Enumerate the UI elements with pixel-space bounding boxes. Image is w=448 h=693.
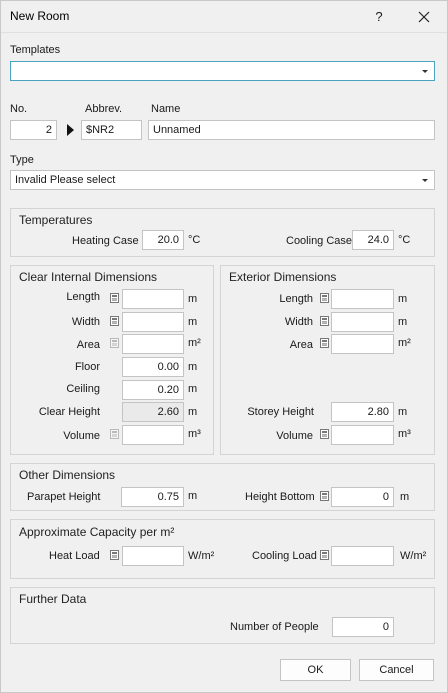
ex-volume-label: Volume [276,430,313,442]
storey-height-input[interactable]: 2.80 [331,402,394,422]
parapet-height-unit: m [188,490,198,502]
ceiling-unit: m [188,383,198,395]
ex-area-unit: m² [398,337,411,349]
exterior-title: Exterior Dimensions [229,270,337,284]
chevron-down-icon [422,179,428,182]
close-button[interactable] [405,3,443,31]
ci-length-unit: m [188,293,198,305]
calculator-icon[interactable] [110,550,119,560]
floor-label: Floor [74,361,100,373]
name-input[interactable]: Unnamed [148,120,435,140]
heating-case-label: Heating Case [72,235,139,247]
clear-height-label: Clear Height [38,406,100,418]
close-icon [418,11,430,23]
ci-length-label: Length [66,291,100,303]
templates-label: Templates [10,44,61,56]
cooling-load-input[interactable] [331,546,394,566]
other-dimensions-title: Other Dimensions [19,468,116,482]
height-bottom-input[interactable]: 0 [331,487,394,507]
calculator-icon[interactable] [320,491,329,501]
ceiling-label: Ceiling [66,383,100,395]
cancel-button[interactable]: Cancel [359,659,434,681]
ci-length-input[interactable] [122,289,184,309]
parapet-height-label: Parapet Height [27,491,101,503]
ci-area-unit: m² [188,337,201,349]
calculator-icon[interactable] [110,429,119,439]
clear-height-unit: m [188,406,198,418]
ex-volume-input[interactable] [331,425,394,445]
heat-load-unit: W/m² [188,550,215,562]
ci-width-unit: m [188,316,198,328]
ex-width-label: Width [284,316,313,328]
calculator-icon[interactable] [320,338,329,348]
cooling-case-label: Cooling Case [286,235,353,247]
ci-area-input[interactable] [122,334,184,354]
type-value: Invalid Please select [15,174,116,186]
ci-width-label: Width [71,316,100,328]
help-button[interactable]: ? [362,3,396,31]
ci-area-label: Area [76,339,100,351]
calculator-icon[interactable] [320,429,329,439]
calculator-icon[interactable] [320,293,329,303]
chevron-down-icon [422,70,428,73]
new-room-dialog: New Room ? Templates No. Abbrev. Name 2 … [0,0,448,693]
temperatures-title: Temperatures [19,213,93,227]
floor-input[interactable]: 0.00 [122,357,184,377]
abbrev-input[interactable]: $NR2 [81,120,142,140]
number-of-people-label: Number of People [230,621,319,633]
ex-area-input[interactable] [331,334,394,354]
play-icon[interactable] [67,124,74,136]
name-label: Name [151,103,181,115]
ceiling-input[interactable]: 0.20 [122,380,184,400]
calculator-icon[interactable] [110,338,119,348]
ci-volume-unit: m³ [188,428,201,440]
calculator-icon[interactable] [320,316,329,326]
ci-width-input[interactable] [122,312,184,332]
clear-height-input: 2.60 [122,402,184,422]
calculator-icon[interactable] [320,550,329,560]
no-label: No. [10,103,28,115]
templates-select[interactable] [10,61,435,81]
ok-button[interactable]: OK [280,659,351,681]
capacity-title: Approximate Capacity per m² [19,525,175,539]
calculator-icon[interactable] [110,316,119,326]
cooling-case-input[interactable]: 24.0 [352,230,394,250]
height-bottom-unit: m [400,491,410,503]
storey-height-unit: m [398,406,408,418]
heating-case-unit: °C [188,234,201,246]
further-data-title: Further Data [19,592,87,606]
heat-load-label: Heat Load [49,550,100,562]
heating-case-input[interactable]: 20.0 [142,230,184,250]
ex-length-label: Length [279,293,313,305]
type-label: Type [10,154,34,166]
ex-area-label: Area [289,339,313,351]
storey-height-label: Storey Height [247,406,314,418]
cooling-load-unit: W/m² [400,550,427,562]
clear-internal-title: Clear Internal Dimensions [19,270,158,284]
window-title: New Room [10,9,70,23]
number-of-people-input[interactable]: 0 [332,617,394,637]
calculator-icon[interactable] [110,293,119,303]
room-number-input[interactable]: 2 [10,120,57,140]
ex-volume-unit: m³ [398,428,411,440]
ex-length-input[interactable] [331,289,394,309]
height-bottom-label: Height Bottom [245,491,315,503]
heat-load-input[interactable] [122,546,184,566]
ex-width-input[interactable] [331,312,394,332]
type-select[interactable]: Invalid Please select [10,170,435,190]
parapet-height-input[interactable]: 0.75 [121,487,184,507]
title-bar: New Room ? [1,1,447,33]
ex-length-unit: m [398,293,408,305]
floor-unit: m [188,361,198,373]
abbrev-label: Abbrev. [85,103,123,115]
ci-volume-label: Volume [63,430,100,442]
ex-width-unit: m [398,316,408,328]
ci-volume-input[interactable] [122,425,184,445]
cooling-load-label: Cooling Load [252,550,317,562]
cooling-case-unit: °C [398,234,411,246]
